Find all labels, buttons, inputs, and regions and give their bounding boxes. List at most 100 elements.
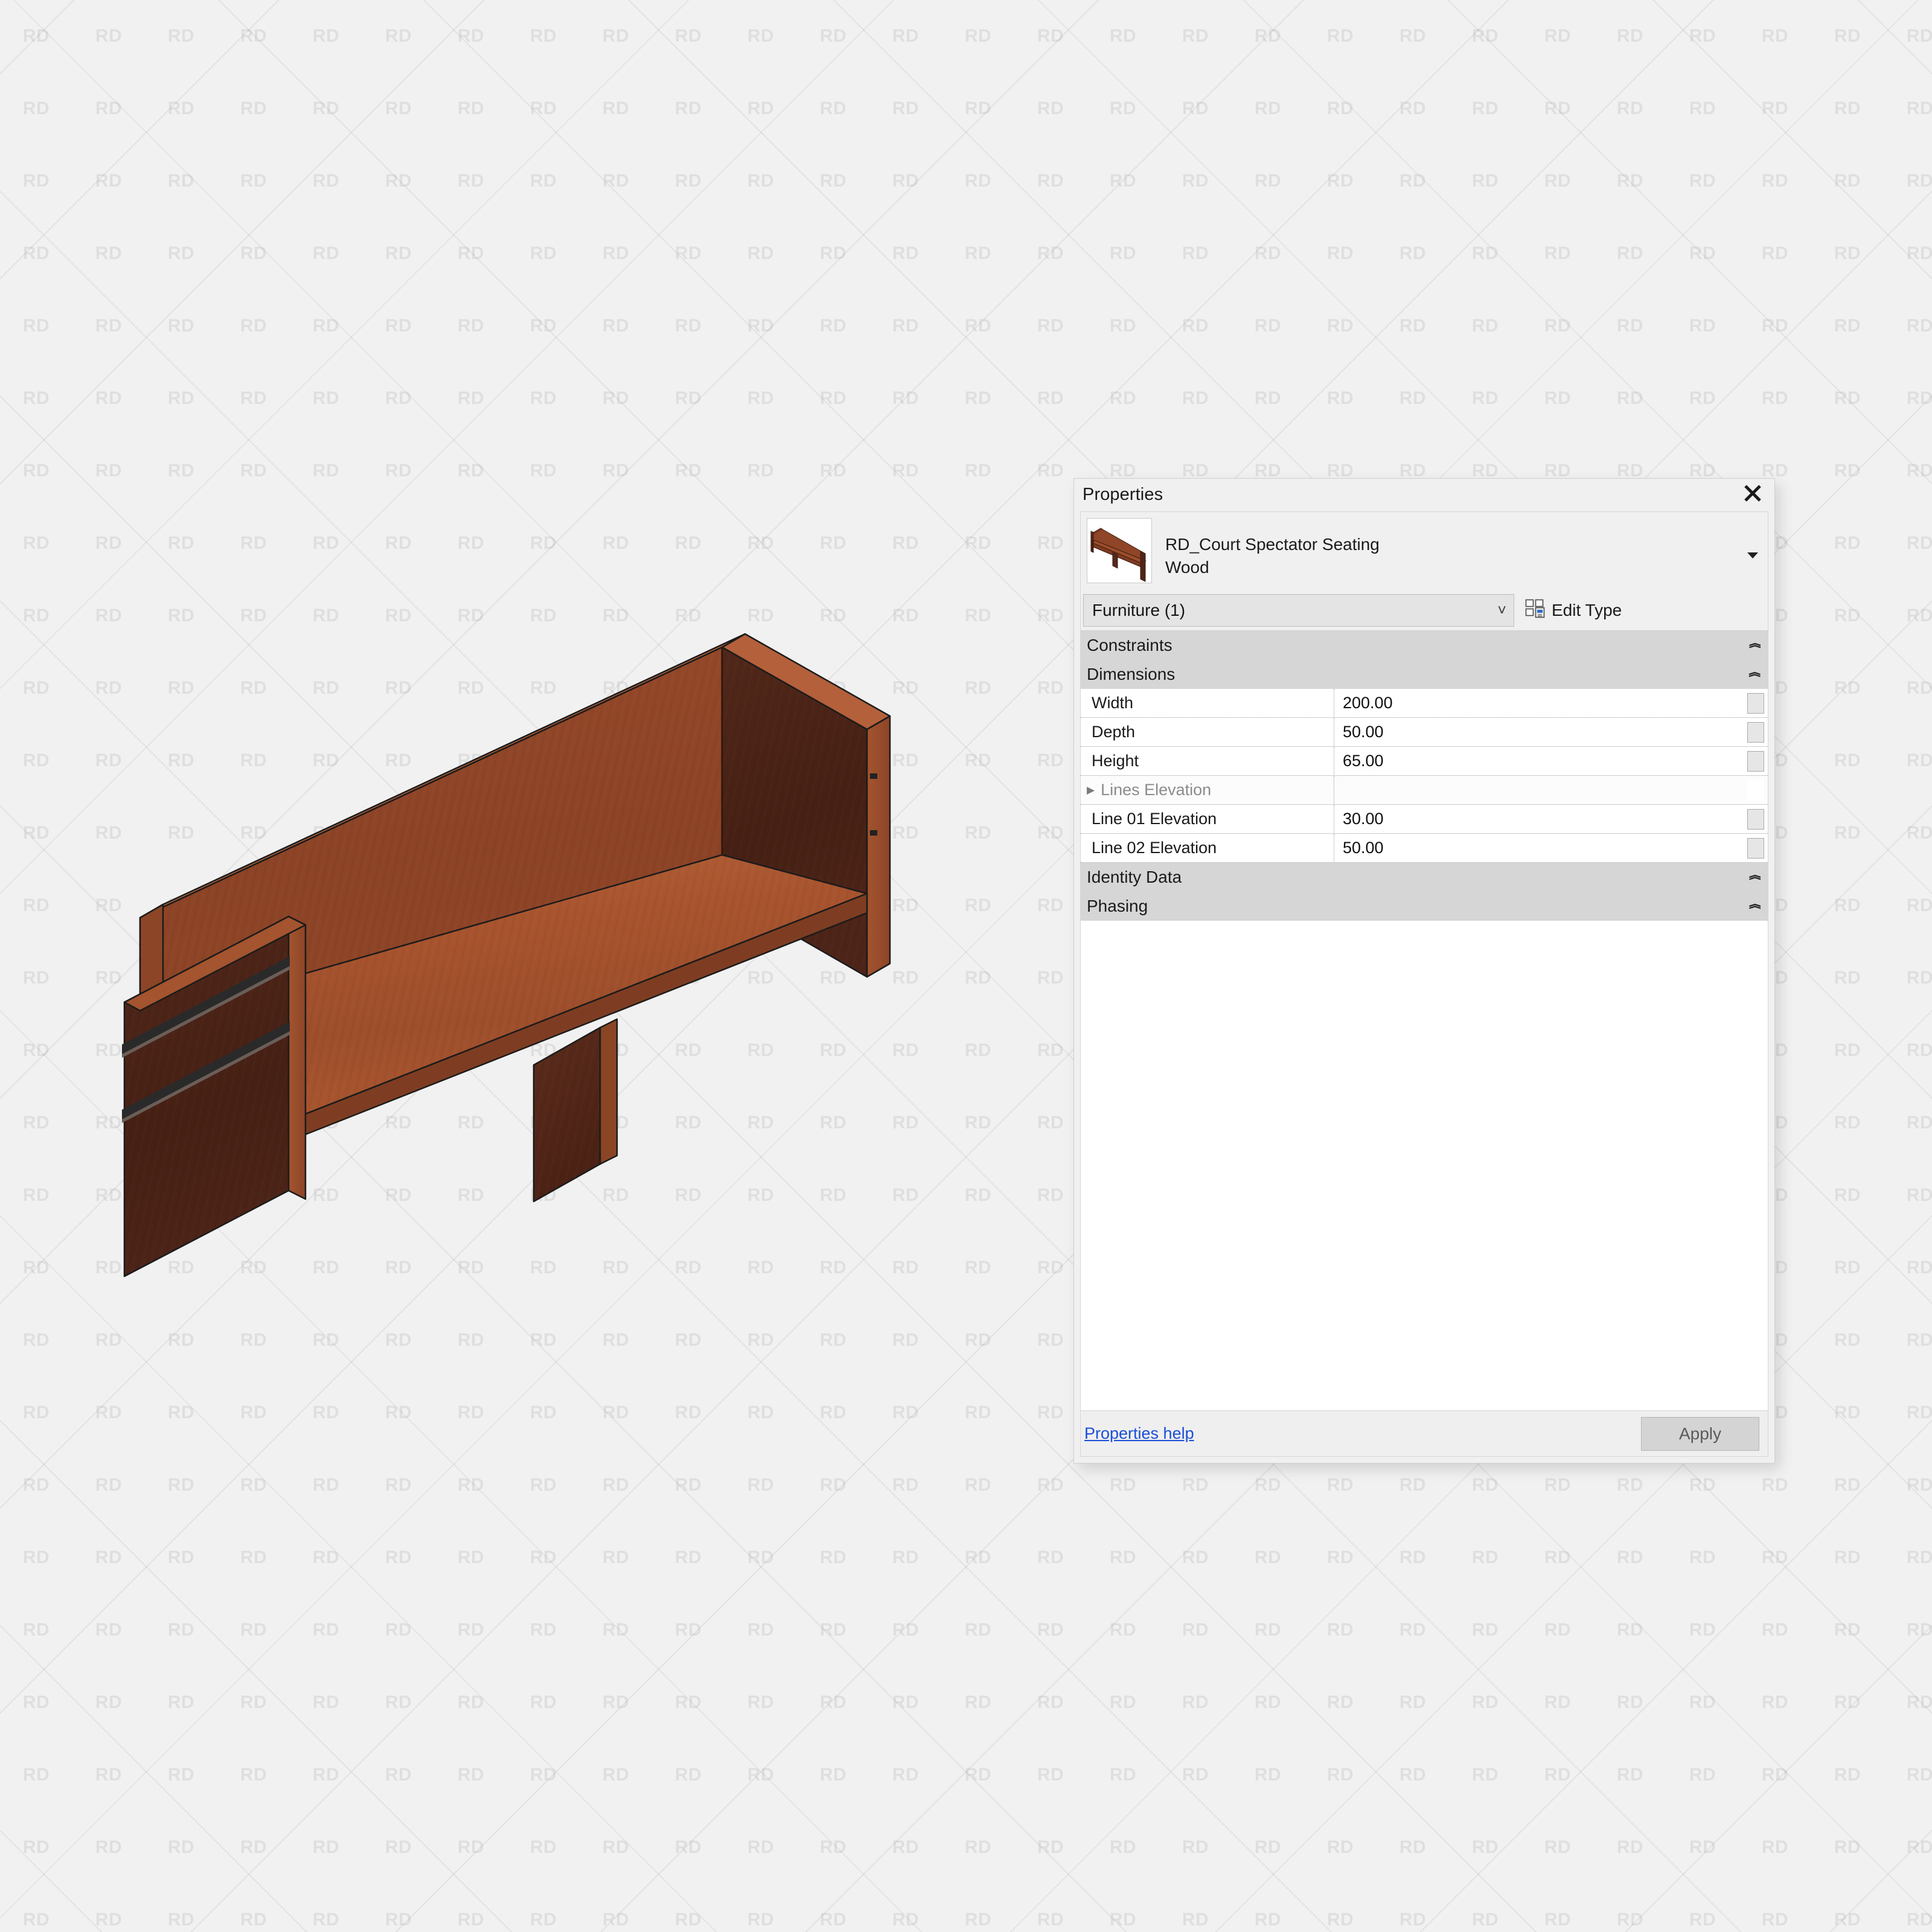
watermark-label: RD: [1471, 98, 1499, 118]
watermark-label: RD: [1834, 98, 1861, 118]
param-value-depth[interactable]: 50.00: [1334, 718, 1747, 747]
watermark-label: RD: [1471, 1692, 1499, 1712]
param-value-line-01-elevation[interactable]: 30.00: [1334, 805, 1747, 834]
watermark-label: RD: [1254, 1620, 1282, 1640]
param-name-line-01-elevation: Line 01 Elevation: [1081, 804, 1334, 834]
param-group-constraints[interactable]: Constraints ⟪: [1081, 631, 1768, 660]
param-group-phasing[interactable]: Phasing ⟪: [1081, 892, 1768, 921]
watermark-label: RD: [1689, 98, 1716, 118]
watermark-label: RD: [1834, 26, 1861, 46]
watermark-label: RD: [1399, 1837, 1427, 1857]
watermark-label: RD: [1761, 98, 1789, 118]
param-subgroup-lines-elevation[interactable]: ▶ Lines Elevation: [1081, 775, 1334, 805]
properties-palette: Properties RD_Court Spectator Seating Wo…: [1073, 478, 1775, 1463]
category-selector[interactable]: Furniture (1) ˅: [1083, 594, 1514, 627]
chevron-double-down-icon: ⟪: [1748, 903, 1762, 910]
watermark-label: RD: [1906, 678, 1932, 698]
watermark-label: RD: [1471, 243, 1499, 263]
table-row[interactable]: ▶ Lines Elevation: [1081, 775, 1768, 805]
param-group-identity-data[interactable]: Identity Data ⟪: [1081, 863, 1768, 892]
param-subgroup-lines-elevation-label: Lines Elevation: [1101, 781, 1212, 799]
watermark-label: RD: [1471, 1475, 1499, 1495]
associate-parameter-button[interactable]: [1747, 693, 1764, 714]
watermark-label: RD: [1109, 1620, 1137, 1640]
param-value-lines-elevation: [1334, 776, 1747, 805]
table-row[interactable]: Width 200.00: [1081, 688, 1768, 718]
watermark-label: RD: [1544, 243, 1572, 263]
watermark-label: RD: [1109, 1475, 1137, 1495]
type-name: RD_Court Spectator Seating Wood: [1165, 518, 1762, 582]
watermark-label: RD: [1834, 171, 1861, 191]
edit-type-label: Edit Type: [1552, 601, 1622, 619]
watermark-label: RD: [1689, 1765, 1716, 1785]
watermark-label: RD: [1254, 316, 1282, 336]
apply-button[interactable]: Apply: [1641, 1416, 1759, 1451]
watermark-label: RD: [1834, 1113, 1861, 1133]
watermark-label: RD: [1254, 171, 1282, 191]
watermark-label: RD: [1761, 1765, 1789, 1785]
watermark-label: RD: [1182, 1837, 1209, 1857]
table-row[interactable]: Line 01 Elevation 30.00: [1081, 804, 1768, 834]
watermark-label: RD: [1471, 1547, 1499, 1567]
watermark-label: RD: [1834, 1185, 1861, 1205]
chevron-double-down-icon: ⟪: [1748, 642, 1762, 649]
watermark-label: RD: [1906, 171, 1932, 191]
watermark-label: RD: [1109, 98, 1137, 118]
watermark-label: RD: [1761, 316, 1789, 336]
panel-title: Properties: [1083, 484, 1163, 504]
watermark-label: RD: [1254, 1475, 1282, 1495]
associate-parameter-button[interactable]: [1747, 750, 1764, 772]
watermark-label: RD: [1326, 1837, 1354, 1857]
type-selector-row: Furniture (1) ˅ Edit Type: [1081, 594, 1768, 630]
properties-help-link[interactable]: Properties help: [1084, 1424, 1194, 1443]
param-group-dimensions[interactable]: Dimensions ⟫: [1081, 660, 1768, 689]
watermark-label: RD: [1906, 533, 1932, 553]
watermark-label: RD: [1834, 1258, 1861, 1278]
associate-parameter-button[interactable]: [1747, 808, 1764, 830]
watermark-label: RD: [1326, 1547, 1354, 1567]
watermark-label: RD: [1254, 388, 1282, 408]
watermark-label: RD: [1182, 1475, 1209, 1495]
watermark-label: RD: [1471, 1620, 1499, 1640]
watermark-label: RD: [1834, 1040, 1861, 1060]
watermark-label: RD: [1689, 1837, 1716, 1857]
edit-type-button[interactable]: Edit Type: [1514, 594, 1628, 627]
associate-parameter-button[interactable]: [1747, 721, 1764, 743]
table-row[interactable]: Height 65.00: [1081, 746, 1768, 776]
associate-parameter-placeholder: [1747, 779, 1764, 801]
param-value-width[interactable]: 200.00: [1334, 689, 1747, 718]
param-value-line-02-elevation[interactable]: 50.00: [1334, 834, 1747, 863]
triangle-down-icon[interactable]: [1745, 549, 1761, 560]
watermark-label: RD: [1109, 171, 1137, 191]
watermark-label: RD: [1544, 98, 1572, 118]
watermark-label: RD: [1399, 26, 1427, 46]
watermark-label: RD: [1906, 968, 1932, 988]
table-row[interactable]: Line 02 Elevation 50.00: [1081, 833, 1768, 863]
watermark-label: RD: [1182, 243, 1209, 263]
watermark-label: RD: [1834, 461, 1861, 481]
watermark-label: RD: [1761, 26, 1789, 46]
watermark-label: RD: [1906, 750, 1932, 770]
param-value-height[interactable]: 65.00: [1334, 747, 1747, 776]
associate-parameter-button[interactable]: [1747, 837, 1764, 859]
watermark-label: RD: [1109, 243, 1137, 263]
watermark-label: RD: [1906, 895, 1932, 915]
chevron-double-down-icon: ⟪: [1748, 874, 1762, 881]
watermark-label: RD: [1834, 1330, 1861, 1350]
right-end-panel-edge: [866, 715, 891, 978]
watermark-label: RD: [1616, 1837, 1644, 1857]
watermark-label: RD: [1616, 1910, 1644, 1930]
watermark-label: RD: [1834, 316, 1861, 336]
watermark-label: RD: [1906, 1330, 1932, 1350]
watermark-label: RD: [1616, 26, 1644, 46]
watermark-label: RD: [1906, 823, 1932, 843]
watermark-label: RD: [1689, 388, 1716, 408]
watermark-label: RD: [1616, 1475, 1644, 1495]
watermark-label: RD: [1761, 171, 1789, 191]
watermark-label: RD: [1834, 606, 1861, 625]
watermark-label: RD: [1616, 316, 1644, 336]
watermark-label: RD: [1544, 1837, 1572, 1857]
watermark-label: RD: [1689, 1547, 1716, 1567]
table-row[interactable]: Depth 50.00: [1081, 717, 1768, 747]
close-icon[interactable]: [1739, 480, 1766, 507]
